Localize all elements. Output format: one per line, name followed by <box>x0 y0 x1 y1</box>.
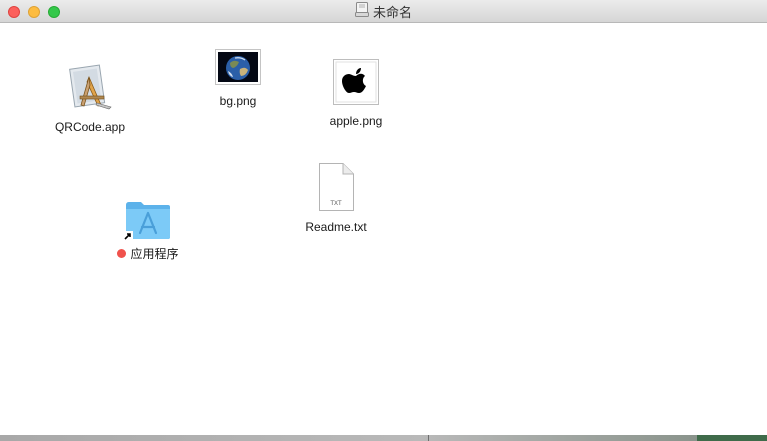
file-label-with-tag: 应用程序 <box>117 245 179 262</box>
file-item-readme-txt[interactable]: TXT Readme.txt <box>296 163 376 234</box>
file-label: 应用程序 <box>130 247 179 261</box>
file-label: Readme.txt <box>305 220 367 234</box>
file-label: QRCode.app <box>54 120 126 134</box>
title-bar[interactable]: 未命名 <box>0 0 767 23</box>
window-bottom-edge <box>0 435 767 441</box>
applications-folder-alias-icon <box>123 197 173 241</box>
earth-image-thumbnail-icon <box>215 49 261 90</box>
file-item-bg-png[interactable]: bg.png <box>198 49 278 108</box>
file-label: apple.png <box>329 114 383 128</box>
window-title: 未命名 <box>0 0 767 23</box>
disk-image-icon <box>354 1 369 22</box>
text-document-icon: TXT <box>317 163 355 216</box>
application-icon <box>67 63 113 116</box>
file-item-qrcode-app[interactable]: QRCode.app <box>50 63 130 134</box>
file-item-apple-png[interactable]: apple.png <box>316 59 396 128</box>
txt-badge: TXT <box>330 201 342 207</box>
file-item-applications-alias[interactable]: 应用程序 <box>108 197 188 262</box>
apple-logo-thumbnail-icon <box>333 59 379 110</box>
icon-view[interactable]: QRCode.app bg.png apple.png TXT Readme.t… <box>0 23 767 435</box>
finder-window: 未命名 QRCode.app bg.png apple.png TXT Read… <box>0 0 767 441</box>
file-label: bg.png <box>219 94 257 108</box>
red-tag-dot <box>117 249 127 258</box>
alias-arrow-icon <box>123 231 133 241</box>
window-title-text: 未命名 <box>372 6 412 21</box>
